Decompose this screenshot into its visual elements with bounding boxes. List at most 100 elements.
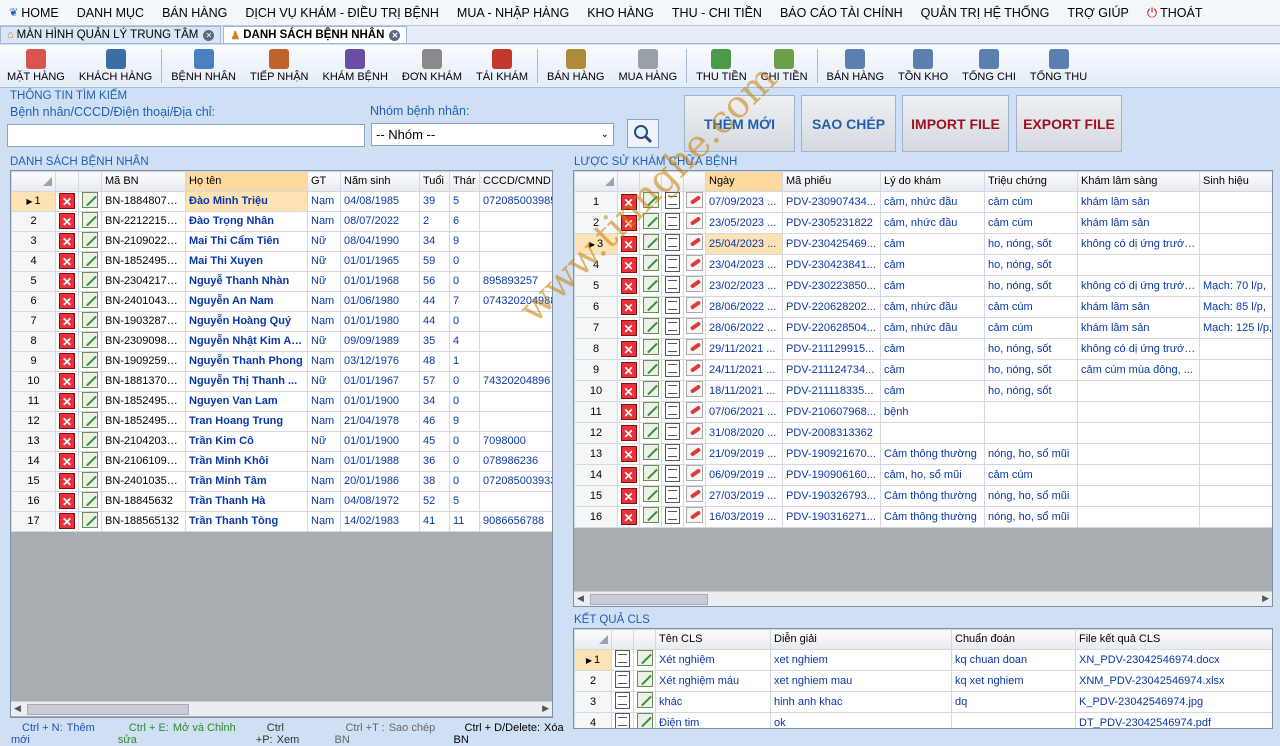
toolbar-button-9[interactable]: THU TIỀN	[689, 45, 754, 87]
pill-cell[interactable]	[683, 232, 706, 255]
medicine-icon[interactable]	[686, 192, 703, 209]
row-number[interactable]: 13	[574, 442, 618, 465]
table-row[interactable]: 5 ✕ BN-23042170... Nguyễ Thanh Nhàn Nữ 01/01/…	[11, 270, 552, 292]
delete-icon[interactable]: ✕	[59, 373, 75, 390]
edit-cell[interactable]	[78, 290, 102, 312]
menu-item-7[interactable]: BÁO CÁO TÀI CHÍNH	[771, 0, 912, 26]
delete-icon[interactable]: ✕	[620, 256, 637, 273]
del-cell[interactable]: ✕	[55, 250, 79, 272]
table-row[interactable]: 7 ✕ BN-19032875... Nguyễn Hoàng Quý Nam 01/01…	[11, 310, 552, 332]
table-row[interactable]: 3 ✕ BN-21090224... Mai Thi Cẩm Tiên Nữ 08/04/…	[11, 230, 552, 252]
table-row[interactable]: 4 Điện tim ok DT_PDV-23042546974.pdf	[574, 711, 1272, 728]
edit-icon[interactable]	[642, 507, 659, 524]
delete-icon[interactable]: ✕	[620, 298, 637, 315]
edit-cell[interactable]	[78, 190, 102, 212]
export-file-button[interactable]: EXPORT FILE	[1016, 95, 1122, 152]
toolbar-button-0[interactable]: MẶT HÀNG	[0, 45, 72, 87]
delete-icon[interactable]: ✕	[620, 235, 637, 252]
table-row[interactable]: 7 ✕ 28/06/2022 ... PDV-220628504... cảm, nhứ…	[574, 316, 1272, 339]
document-icon[interactable]	[615, 650, 630, 667]
medicine-icon[interactable]	[686, 507, 703, 524]
del-cell[interactable]: ✕	[617, 295, 640, 318]
medicine-icon[interactable]	[686, 297, 703, 314]
doc-cell[interactable]	[661, 358, 684, 381]
edit-icon[interactable]	[82, 252, 98, 268]
edit-icon[interactable]	[82, 452, 98, 468]
pill-cell[interactable]	[683, 379, 706, 402]
edit-icon[interactable]	[82, 392, 98, 408]
doc-cell[interactable]	[611, 669, 634, 692]
column-header[interactable]: Khám lâm sàng	[1077, 171, 1200, 192]
patient-grid-hscroll[interactable]: ◀ ▶	[11, 701, 552, 716]
scroll-right-icon[interactable]: ▶	[1262, 593, 1269, 604]
table-row[interactable]: 9 ✕ BN-19092593... Nguyễn Thanh Phong Nam 03/…	[11, 350, 552, 372]
del-cell[interactable]: ✕	[617, 232, 640, 255]
doc-cell[interactable]	[661, 337, 684, 360]
doc-cell[interactable]	[611, 648, 634, 671]
scroll-thumb[interactable]	[27, 704, 189, 715]
menu-item-8[interactable]: QUẢN TRỊ HỆ THỐNG	[912, 0, 1059, 26]
document-icon[interactable]	[665, 234, 680, 251]
table-row[interactable]: 11 ✕ 07/06/2021 ... PDV-210607968... bệnh	[574, 400, 1272, 423]
table-row[interactable]: 16 ✕ 16/03/2019 ... PDV-190316271... Cảm thô…	[574, 505, 1272, 528]
row-number[interactable]: 15	[11, 470, 56, 492]
edit-icon[interactable]	[82, 372, 98, 388]
pill-cell[interactable]	[683, 295, 706, 318]
edit-icon[interactable]	[642, 339, 659, 356]
row-number[interactable]: 4	[574, 711, 612, 728]
pill-cell[interactable]	[683, 463, 706, 486]
row-number[interactable]: 17	[11, 510, 56, 532]
delete-icon[interactable]: ✕	[620, 319, 637, 336]
row-number[interactable]: 8	[11, 330, 56, 352]
document-icon[interactable]	[665, 423, 680, 440]
del-cell[interactable]: ✕	[617, 316, 640, 339]
pill-cell[interactable]	[683, 211, 706, 234]
tab-0[interactable]: ⌂ MÀN HÌNH QUẢN LÝ TRUNG TÂM ✕	[0, 26, 222, 43]
table-row[interactable]: 14 ✕ 06/09/2019 ... PDV-190906160... cảm, ho…	[574, 463, 1272, 486]
edit-icon[interactable]	[82, 352, 98, 368]
edit-cell[interactable]	[78, 450, 102, 472]
del-cell[interactable]: ✕	[55, 510, 79, 532]
delete-icon[interactable]: ✕	[59, 433, 75, 450]
medicine-icon[interactable]	[686, 234, 703, 251]
medicine-icon[interactable]	[686, 381, 703, 398]
edit-icon[interactable]	[642, 213, 659, 230]
delete-icon[interactable]: ✕	[59, 473, 75, 490]
row-number[interactable]: ▶ 1	[574, 648, 612, 671]
edit-cell[interactable]	[78, 210, 102, 232]
column-header[interactable]: Mã BN	[101, 171, 186, 192]
menu-item-6[interactable]: THU - CHI TIỀN	[663, 0, 771, 26]
delete-icon[interactable]: ✕	[620, 277, 637, 294]
delete-icon[interactable]: ✕	[59, 253, 75, 270]
edit-icon[interactable]	[82, 292, 98, 308]
document-icon[interactable]	[665, 213, 680, 230]
edit-icon[interactable]	[642, 297, 659, 314]
medicine-icon[interactable]	[686, 213, 703, 230]
edit-cell[interactable]	[78, 370, 102, 392]
del-cell[interactable]: ✕	[55, 190, 79, 212]
row-number[interactable]: 5	[11, 270, 56, 292]
menu-item-0[interactable]: ❦ HOME	[0, 0, 68, 26]
doc-cell[interactable]	[661, 190, 684, 213]
edit-icon[interactable]	[636, 692, 653, 709]
edit-icon[interactable]	[636, 650, 653, 667]
edit-icon[interactable]	[642, 423, 659, 440]
edit-cell[interactable]	[639, 358, 662, 381]
delete-icon[interactable]: ✕	[59, 393, 75, 410]
edit-cell[interactable]	[78, 230, 102, 252]
pill-cell[interactable]	[683, 358, 706, 381]
del-cell[interactable]: ✕	[617, 358, 640, 381]
delete-icon[interactable]: ✕	[59, 413, 75, 430]
row-number[interactable]: 9	[11, 350, 56, 372]
edit-icon[interactable]	[82, 212, 98, 228]
column-header[interactable]: GT	[307, 171, 341, 192]
edit-icon[interactable]	[82, 412, 98, 428]
del-cell[interactable]: ✕	[55, 370, 79, 392]
del-cell[interactable]: ✕	[55, 210, 79, 232]
table-row[interactable]: 4 ✕ 23/04/2023 ... PDV-230423841... cảm ho, n…	[574, 253, 1272, 276]
toolbar-button-4[interactable]: KHÁM BỆNH	[315, 45, 394, 87]
edit-cell[interactable]	[639, 400, 662, 423]
row-number[interactable]: 8	[574, 337, 618, 360]
del-cell[interactable]: ✕	[617, 400, 640, 423]
edit-cell[interactable]	[78, 410, 102, 432]
